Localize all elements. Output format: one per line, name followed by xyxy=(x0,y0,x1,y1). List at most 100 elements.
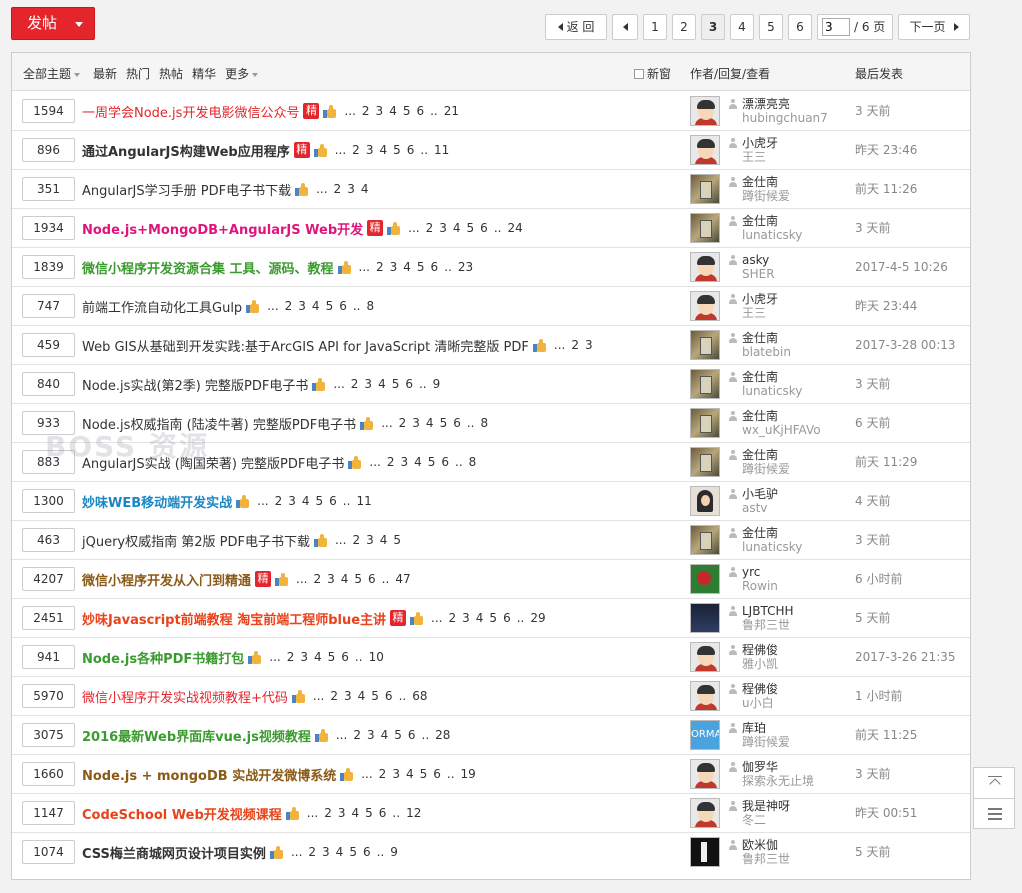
thread-page-link[interactable]: 3 xyxy=(288,494,296,508)
author-name[interactable]: 程佛俊 xyxy=(742,682,778,696)
last-post-time[interactable]: 3 天前 xyxy=(855,521,890,559)
thread-title[interactable]: 微信小程序开发实战视频教程+代码 xyxy=(82,687,288,706)
thread-page-link[interactable]: 5 xyxy=(349,845,357,859)
thread-page-link[interactable]: 5 xyxy=(328,650,336,664)
thread-page-link[interactable]: 8 xyxy=(480,416,488,430)
last-post-time[interactable]: 前天 11:29 xyxy=(855,443,917,481)
author-name[interactable]: 伽罗华 xyxy=(742,760,778,774)
thread-page-link[interactable]: 3 xyxy=(300,650,308,664)
author-name[interactable]: 我是神呀 xyxy=(742,799,790,813)
author-name[interactable]: 金仕南 xyxy=(742,448,778,462)
avatar[interactable] xyxy=(690,525,720,555)
thread-page-link[interactable]: 4 xyxy=(302,494,310,508)
last-replier[interactable]: 蹲街候爱 xyxy=(728,189,790,203)
author-name[interactable]: 金仕南 xyxy=(742,175,778,189)
thread-page-link[interactable]: 4 xyxy=(414,455,422,469)
thread-page-link[interactable]: 6 xyxy=(416,104,424,118)
last-post-time[interactable]: 2017-3-26 21:35 xyxy=(855,638,956,676)
page-jump-input[interactable] xyxy=(822,18,850,36)
filter-more[interactable]: 更多 xyxy=(225,65,259,82)
thread-page-link[interactable]: 3 xyxy=(364,377,372,391)
last-replier[interactable]: 雅小凯 xyxy=(728,657,778,671)
thread-page-link[interactable]: 3 xyxy=(376,104,384,118)
last-post-time[interactable]: 4 天前 xyxy=(855,482,890,520)
thread-page-link[interactable]: 29 xyxy=(530,611,545,625)
thread-page-link[interactable]: 3 xyxy=(298,299,306,313)
thread-page-link[interactable]: 6 xyxy=(480,221,488,235)
thread-page-link[interactable]: 2 xyxy=(387,455,395,469)
avatar[interactable] xyxy=(690,96,720,126)
thread-page-link[interactable]: 4 xyxy=(476,611,484,625)
author-name[interactable]: asky xyxy=(742,253,769,267)
thread-page-link[interactable]: 2 xyxy=(376,260,384,274)
thread-page-link[interactable]: 4 xyxy=(378,377,386,391)
thread-page-link[interactable]: 5 xyxy=(440,416,448,430)
thread-page-link[interactable]: 2 xyxy=(334,182,342,196)
thread-page-link[interactable]: 6 xyxy=(341,650,349,664)
avatar[interactable] xyxy=(690,642,720,672)
prev-page-button[interactable] xyxy=(612,14,638,40)
last-replier[interactable]: 蹲街候爱 xyxy=(728,735,790,749)
author-name[interactable]: 小虎牙 xyxy=(742,136,778,150)
thread-page-link[interactable]: 11 xyxy=(356,494,371,508)
last-post-time[interactable]: 前天 11:26 xyxy=(855,170,917,208)
avatar[interactable] xyxy=(690,369,720,399)
thread-page-link[interactable]: 5 xyxy=(428,455,436,469)
thread-title[interactable]: Node.js权威指南 (陆凌牛著) 完整版PDF电子书 xyxy=(82,414,356,433)
thread-page-link[interactable]: 5 xyxy=(354,572,362,586)
thread-page-link[interactable]: 5 xyxy=(420,767,428,781)
thread-page-link[interactable]: 5 xyxy=(417,260,425,274)
avatar[interactable] xyxy=(690,564,720,594)
thread-page-link[interactable]: 3 xyxy=(390,260,398,274)
author-name[interactable]: LJBTCHH xyxy=(742,604,794,618)
last-post-time[interactable]: 6 小时前 xyxy=(855,560,902,598)
last-replier[interactable]: hubingchuan7 xyxy=(728,111,828,125)
new-window-toggle[interactable]: 新窗 xyxy=(634,65,671,82)
thread-page-link[interactable]: 24 xyxy=(507,221,522,235)
author-name[interactable]: yrc xyxy=(742,565,760,579)
thread-page-link[interactable]: 4 xyxy=(312,299,320,313)
thread-page-link[interactable]: 9 xyxy=(390,845,398,859)
last-post-time[interactable]: 2017-3-28 00:13 xyxy=(855,326,956,364)
avatar[interactable] xyxy=(690,408,720,438)
avatar[interactable] xyxy=(690,759,720,789)
thread-page-link[interactable]: 2 xyxy=(399,416,407,430)
filter-latest[interactable]: 最新 xyxy=(93,65,117,82)
last-replier[interactable]: Rowin xyxy=(728,579,778,593)
thread-page-link[interactable]: 4 xyxy=(403,260,411,274)
thread-page-link[interactable]: 6 xyxy=(379,806,387,820)
avatar[interactable] xyxy=(690,603,720,633)
thread-title[interactable]: Node.js + mongoDB 实战开发微博系统 xyxy=(82,765,336,784)
thread-page-link[interactable]: 6 xyxy=(503,611,511,625)
thread-page-link[interactable]: 6 xyxy=(363,845,371,859)
last-replier[interactable]: lunaticsky xyxy=(728,228,802,242)
last-post-time[interactable]: 3 天前 xyxy=(855,365,890,403)
thread-title[interactable]: 通过AngularJS构建Web应用程序 xyxy=(82,141,290,160)
thread-page-link[interactable]: 5 xyxy=(394,728,402,742)
page-2-link[interactable]: 2 xyxy=(672,14,696,40)
thread-page-link[interactable]: 4 xyxy=(336,845,344,859)
thread-page-link[interactable]: 3 xyxy=(327,572,335,586)
thread-page-link[interactable]: 4 xyxy=(453,221,461,235)
last-replier[interactable]: blatebin xyxy=(728,345,791,359)
thread-title[interactable]: 微信小程序开发资源合集 工具、源码、教程 xyxy=(82,258,334,277)
avatar[interactable] xyxy=(690,486,720,516)
new-window-checkbox[interactable] xyxy=(634,68,644,79)
thread-page-link[interactable]: 2 xyxy=(352,533,360,547)
thread-page-link[interactable]: 23 xyxy=(458,260,473,274)
page-3-current[interactable]: 3 xyxy=(701,14,725,40)
thread-page-link[interactable]: 6 xyxy=(431,260,439,274)
last-post-time[interactable]: 5 天前 xyxy=(855,599,890,637)
thread-title[interactable]: 妙味Javascript前端教程 淘宝前端工程师blue主讲 xyxy=(82,609,386,628)
thread-page-link[interactable]: 3 xyxy=(322,845,330,859)
thread-page-link[interactable]: 5 xyxy=(365,806,373,820)
thread-page-link[interactable]: 5 xyxy=(467,221,475,235)
chevron-down-icon[interactable] xyxy=(75,22,83,27)
thread-page-link[interactable]: 5 xyxy=(403,104,411,118)
avatar[interactable] xyxy=(690,252,720,282)
thread-page-link[interactable]: 4 xyxy=(381,728,389,742)
author-name[interactable]: 欧米伽 xyxy=(742,838,778,852)
thread-title[interactable]: CSS梅兰商城网页设计项目实例 xyxy=(82,843,266,862)
thread-page-link[interactable]: 47 xyxy=(395,572,410,586)
thread-title[interactable]: Web GIS从基础到开发实践:基于ArcGIS API for JavaScr… xyxy=(82,336,529,355)
